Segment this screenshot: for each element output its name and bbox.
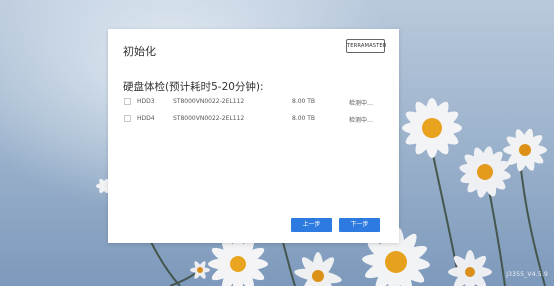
next-step-button[interactable]: 下一步 [339,218,380,232]
disk-row-hdd4: HDD4 ST8000VN0022-2EL112 8.00 TB 检测中… [124,113,394,125]
initialization-dialog: 初始化 TERRAMASTER 硬盘体检(预计耗时5-20分钟): HDD3 S… [108,29,399,243]
disk-name: HDD3 [137,98,155,105]
disk-model: ST8000VN0022-2EL112 [173,115,245,122]
disk-checkbox[interactable] [124,115,131,122]
terramaster-logo: TERRAMASTER [346,39,386,53]
version-label: J3355_V4.5.9 [506,271,548,278]
disk-name: HDD4 [137,115,155,122]
disk-check-heading: 硬盘体检(预计耗时5-20分钟): [123,81,264,93]
disk-status: 检测中… [349,117,374,124]
disk-model: ST8000VN0022-2EL112 [173,98,245,105]
previous-step-button[interactable]: 上一步 [291,218,332,232]
disk-row-hdd3: HDD3 ST8000VN0022-2EL112 8.00 TB 检测中… [124,96,394,108]
dialog-title: 初始化 [123,45,156,58]
disk-status: 检测中… [349,100,374,107]
disk-checkbox[interactable] [124,98,131,105]
disk-size: 8.00 TB [292,115,316,122]
disk-size: 8.00 TB [292,98,316,105]
